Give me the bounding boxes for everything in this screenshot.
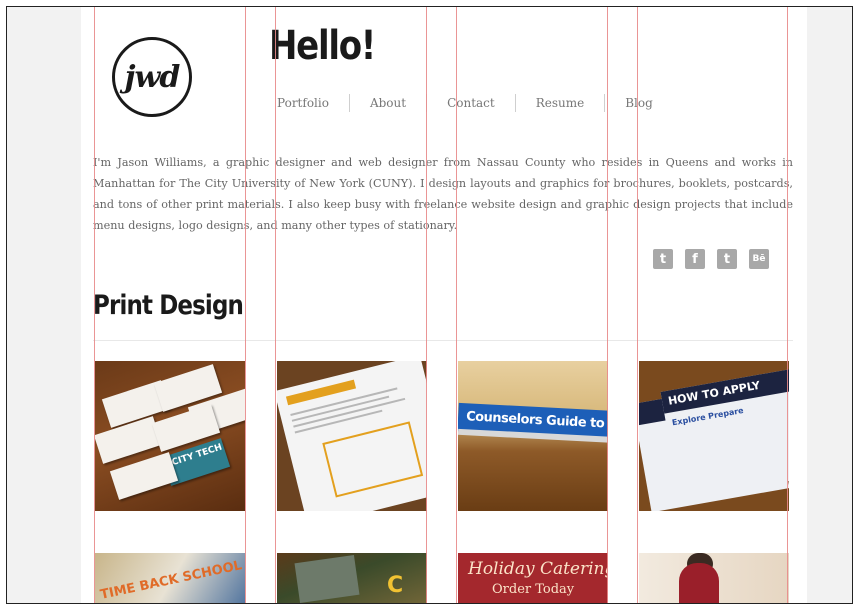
facebook-icon[interactable]: f xyxy=(685,249,705,269)
nav-item-about[interactable]: About xyxy=(350,96,426,110)
page-title: Hello! xyxy=(269,23,376,69)
grid-column-guide xyxy=(94,7,95,603)
portfolio-thumb-back-to-school[interactable]: TIME BACK SCHOOL xyxy=(95,553,245,603)
social-links: t f t Bē xyxy=(653,249,769,269)
grid-column-guide xyxy=(426,7,427,603)
portfolio-thumb-business-cards[interactable]: CITY TECH xyxy=(95,361,245,511)
grid-column-guide xyxy=(275,7,276,603)
twitter-icon[interactable]: t xyxy=(717,249,737,269)
behance-icon[interactable]: Bē xyxy=(749,249,769,269)
browser-frame: jwd Hello! Portfolio About Contact Resum… xyxy=(6,6,853,604)
portfolio-thumb-magazine[interactable]: C xyxy=(277,553,427,603)
section-title: Print Design xyxy=(93,290,244,321)
portfolio-thumb-photo[interactable] xyxy=(639,553,789,603)
portfolio-thumb-holiday-catering[interactable]: Holiday Catering Order Today xyxy=(458,553,608,603)
portfolio-thumb-how-to-apply[interactable]: HOW TO APPLY Explore Prepare xyxy=(639,361,789,511)
intro-paragraph: I'm Jason Williams, a graphic designer a… xyxy=(93,156,793,232)
portfolio-thumb-counselors-guide[interactable]: Counselors Guide to Admis xyxy=(458,361,608,511)
tumblr-icon[interactable]: t xyxy=(653,249,673,269)
grid-column-guide xyxy=(637,7,638,603)
grid-column-guide xyxy=(607,7,608,603)
section-divider xyxy=(93,340,793,341)
logo-text: jwd xyxy=(124,59,181,95)
portfolio-thumb-brochure[interactable] xyxy=(277,361,427,511)
logo[interactable]: jwd xyxy=(112,37,192,117)
grid-column-guide xyxy=(245,7,246,603)
nav-item-contact[interactable]: Contact xyxy=(427,96,515,110)
nav-item-resume[interactable]: Resume xyxy=(516,96,605,110)
main-nav: Portfolio About Contact Resume Blog xyxy=(269,93,673,113)
nav-item-portfolio[interactable]: Portfolio xyxy=(269,96,349,110)
nav-item-blog[interactable]: Blog xyxy=(605,96,673,110)
grid-column-guide xyxy=(456,7,457,603)
grid-column-guide xyxy=(787,7,788,603)
flyer-header: HOW TO APPLY xyxy=(660,367,789,414)
